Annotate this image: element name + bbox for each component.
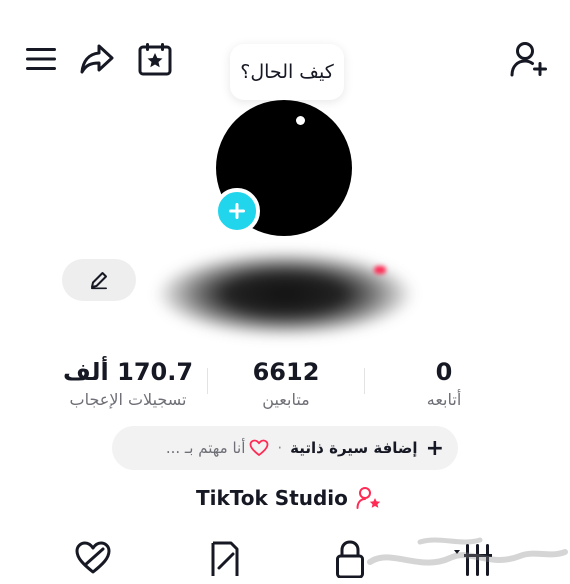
bubble-tail-dot — [296, 116, 305, 125]
heart-icon — [249, 439, 269, 457]
followers-stat[interactable]: 6612 متابعين — [228, 356, 344, 410]
followers-label: متابعين — [262, 390, 310, 409]
add-user-icon — [510, 42, 547, 77]
bookmark-hidden-icon — [211, 541, 239, 576]
followers-count: 6612 — [252, 358, 320, 386]
plus-icon — [229, 203, 245, 219]
watermark-logo — [360, 528, 570, 578]
following-label: أتابعه — [426, 390, 462, 409]
bio-prompt[interactable]: + إضافة سيرة ذاتية · أنا مهتم بـ ... — [112, 426, 458, 470]
likes-label: تسجيلات الإعجاب — [69, 390, 187, 409]
heart-hidden-icon — [75, 541, 111, 574]
pencil-icon — [91, 272, 107, 290]
status-note-text: كيف الحال؟ — [240, 61, 334, 83]
menu-icon — [26, 48, 56, 70]
menu-button[interactable] — [22, 40, 60, 78]
add-friends-button[interactable] — [506, 38, 552, 80]
calendar-star-icon — [138, 43, 172, 76]
add-story-button[interactable] — [214, 188, 260, 234]
share-profile-button[interactable] — [76, 38, 118, 80]
bio-separator: · — [277, 439, 283, 457]
tiktok-studio-button[interactable]: TikTok Studio — [196, 482, 382, 514]
likes-stat[interactable]: 170.7 ألف تسجيلات الإعجاب — [48, 356, 208, 410]
display-name — [170, 262, 400, 322]
likes-count: 170.7 ألف — [62, 358, 194, 386]
following-count: 0 — [435, 358, 453, 386]
add-bio-link[interactable]: إضافة سيرة ذاتية — [290, 439, 417, 457]
favorites-tab[interactable] — [202, 538, 248, 584]
tiktok-studio-label: TikTok Studio — [196, 486, 348, 510]
stat-divider — [207, 368, 208, 394]
creator-star-icon — [356, 487, 381, 509]
edit-profile-button[interactable] — [62, 259, 136, 301]
following-stat[interactable]: 0 أتابعه — [404, 356, 484, 410]
events-button[interactable] — [134, 38, 176, 80]
plus-icon: + — [425, 435, 444, 461]
status-note-bubble[interactable]: كيف الحال؟ — [230, 44, 344, 100]
liked-videos-tab[interactable] — [70, 538, 116, 584]
interests-link[interactable]: أنا مهتم بـ ... — [166, 439, 246, 457]
share-icon — [80, 44, 114, 74]
stat-divider — [364, 368, 365, 394]
